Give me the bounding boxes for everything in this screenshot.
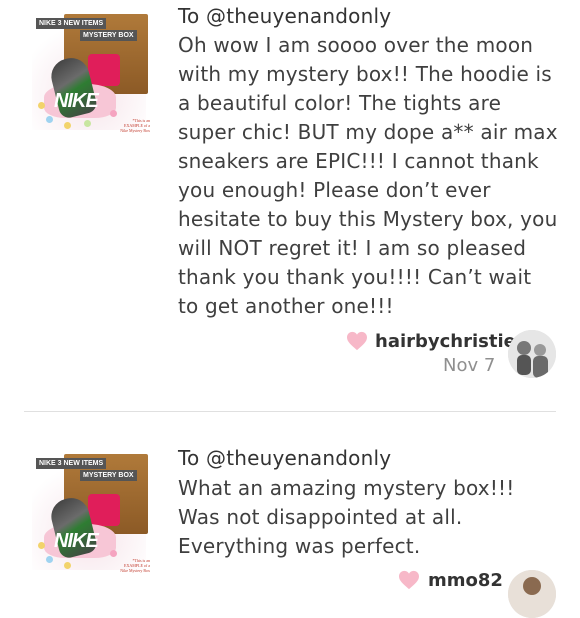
candy-dot — [64, 122, 71, 129]
candy-dot — [84, 120, 91, 127]
hoodie-image — [88, 494, 120, 526]
thumbnail-tag-box: MYSTERY BOX — [80, 470, 137, 481]
note-username[interactable]: hairbychristie — [375, 331, 516, 352]
note-date: Nov 7 — [443, 355, 496, 376]
love-note-card: NIKE 3 NEW ITEMS MYSTERY BOX NIKE *This … — [0, 0, 580, 410]
love-note-card: NIKE 3 NEW ITEMS MYSTERY BOX NIKE *This … — [0, 440, 580, 618]
thumbnail-tag-top: NIKE 3 NEW ITEMS — [36, 458, 107, 469]
hoodie-image — [88, 54, 120, 86]
note-recipient[interactable]: To @theuyenandonly — [178, 446, 391, 470]
candy-dot — [38, 102, 45, 109]
listing-thumbnail[interactable]: NIKE 3 NEW ITEMS MYSTERY BOX NIKE *This … — [24, 6, 154, 136]
thumbnail-tag-box: MYSTERY BOX — [80, 30, 137, 41]
nike-swoosh-icon: NIKE — [54, 530, 99, 552]
thumbnail-fine-print: *This is an EXAMPLE of a Nike Mystery Bo… — [120, 118, 150, 133]
candy-dot — [46, 116, 53, 123]
candy-dot — [110, 110, 117, 117]
heart-icon — [399, 570, 419, 590]
listing-thumbnail[interactable]: NIKE 3 NEW ITEMS MYSTERY BOX NIKE *This … — [24, 446, 154, 576]
note-recipient[interactable]: To @theuyenandonly — [178, 4, 391, 28]
avatar[interactable] — [508, 570, 556, 618]
thumbnail-tag-top: NIKE 3 NEW ITEMS — [36, 18, 107, 29]
heart-icon — [347, 331, 367, 351]
avatar[interactable] — [508, 330, 556, 378]
thumbnail-fine-print: *This is an EXAMPLE of a Nike Mystery Bo… — [120, 558, 150, 573]
note-username[interactable]: mmo82 — [428, 570, 503, 591]
candy-dot — [46, 556, 53, 563]
note-message: Oh wow I am soooo over the moon with my … — [178, 33, 558, 318]
candy-dot — [110, 550, 117, 557]
note-message: What an amazing mystery box!!! Was not d… — [178, 476, 515, 558]
candy-dot — [64, 562, 71, 569]
nike-swoosh-icon: NIKE — [54, 90, 99, 112]
candy-dot — [38, 542, 45, 549]
note-divider — [24, 411, 556, 412]
